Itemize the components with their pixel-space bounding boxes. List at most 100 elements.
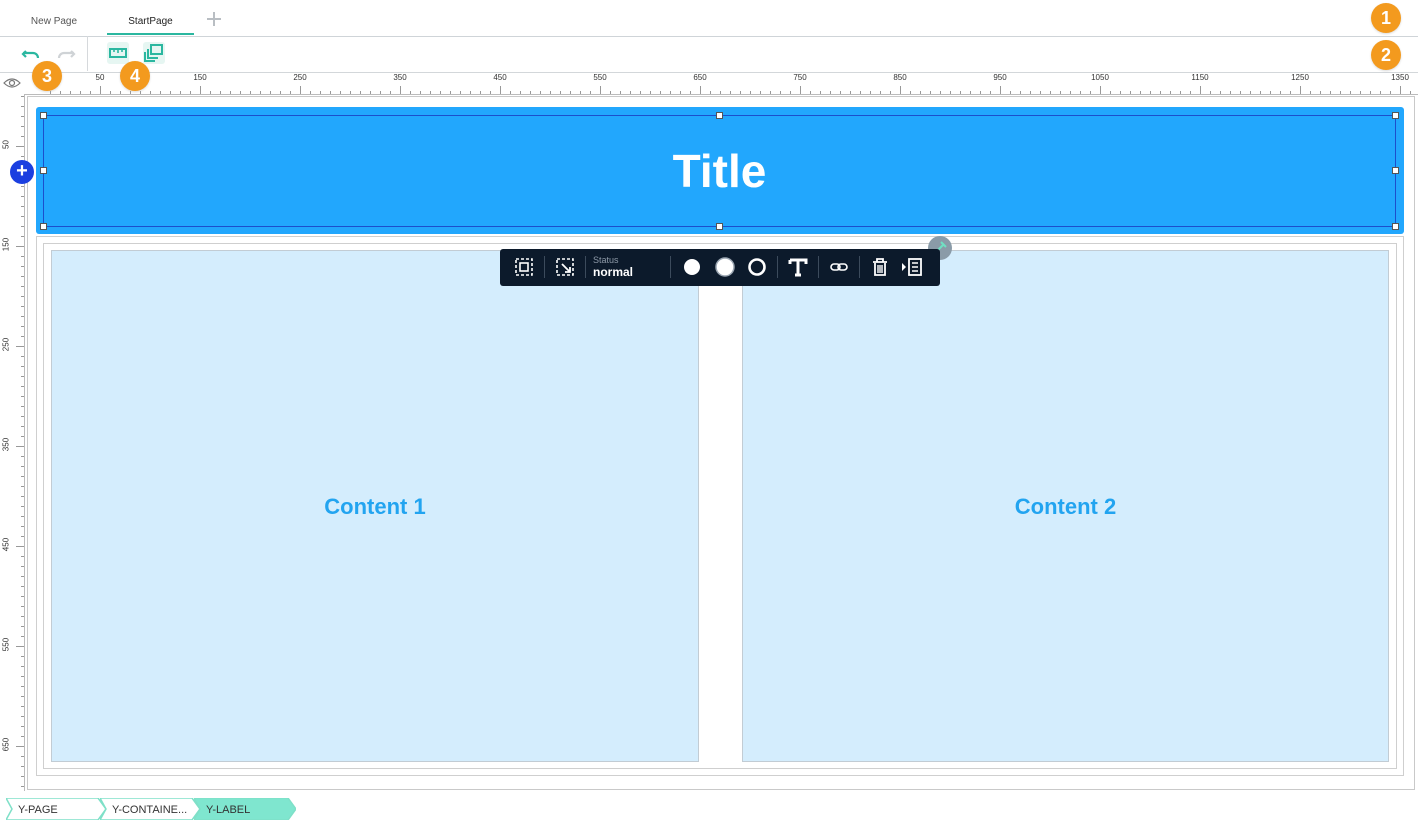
ruler-tick [16,746,24,747]
ruler-tick [1400,86,1401,94]
ruler-tick [16,446,24,447]
content-box-1[interactable]: Content 1 [51,250,699,762]
resize-handle-se[interactable] [1392,223,1399,230]
ruler-tick [1160,91,1161,94]
ruler-tick [21,716,24,717]
ruler-tick [1280,91,1281,94]
ruler-label: 750 [793,73,807,82]
breadcrumb-page-label: Y-PAGE [18,804,58,816]
ruler-tick [1120,91,1121,94]
title-label[interactable]: Title [43,115,1396,227]
ruler-tick [16,546,24,547]
ruler-tick [70,91,71,94]
ruler-tick [1240,91,1241,94]
ruler-tick [1150,91,1151,94]
ruler-tick [1300,86,1301,94]
ruler-tick [450,91,451,94]
toolbar-divider [87,36,88,71]
ruler-tick [760,91,761,94]
add-tab-icon[interactable] [205,10,223,28]
ruler-tick [1260,91,1261,94]
ruler-tick [940,91,941,94]
ruler-tick [750,91,751,94]
ruler-tick [21,616,24,617]
select-parent-icon[interactable] [514,257,534,277]
ruler-tick [530,91,531,94]
ruler-tick [270,91,271,94]
resize-handle-e[interactable] [1392,167,1399,174]
ruler-tick [850,91,851,94]
breadcrumb-container[interactable]: Y-CONTAINE... [100,798,200,820]
shadow-icon[interactable] [714,256,736,278]
status-dropdown[interactable]: normal [593,265,633,279]
ruler-tick [120,91,121,94]
ruler-icon[interactable] [107,42,129,64]
ruler-tick [21,116,24,117]
ruler-tick [1360,91,1361,94]
ruler-label: 450 [1,537,11,552]
add-element-button[interactable]: + [10,160,34,184]
ruler-tick [21,656,24,657]
breadcrumb-page[interactable]: Y-PAGE [6,798,106,820]
vertical-ruler[interactable]: 50 150 250 350 450 550 650 [0,94,25,791]
insert-element-icon[interactable] [901,257,923,277]
ruler-tick [280,91,281,94]
eye-icon[interactable] [3,76,21,90]
ruler-tick [690,91,691,94]
horizontal-ruler[interactable]: 50 150 250 350 450 550 650 750 850 950 1050 1150 125… [24,72,1418,95]
ruler-tick [21,366,24,367]
fill-color-icon[interactable] [683,258,701,276]
resize-handle-ne[interactable] [1392,112,1399,119]
ruler-tick [610,91,611,94]
ruler-tick [21,476,24,477]
layers-icon[interactable] [143,42,165,64]
content-box-2[interactable]: Content 2 [742,250,1389,762]
ruler-label: 350 [393,73,407,82]
ruler-tick [470,91,471,94]
breadcrumb-label[interactable]: Y-LABEL [194,798,296,820]
resize-handle-nw[interactable] [40,112,47,119]
resize-handle-sw[interactable] [40,223,47,230]
ruler-tick [630,91,631,94]
ruler-label: 850 [893,73,907,82]
ruler-tick [1390,91,1391,94]
delete-icon[interactable] [870,257,890,277]
ruler-tick [370,91,371,94]
content-2-label: Content 2 [1014,494,1117,519]
ruler-tick [21,266,24,267]
ruler-tick [400,86,401,94]
ruler-tick [300,86,301,94]
border-icon[interactable] [747,257,767,277]
link-icon[interactable] [829,257,849,277]
ruler-tick [21,226,24,227]
ruler-tick [720,91,721,94]
ruler-tick [1370,91,1371,94]
ruler-label: 350 [1,437,11,452]
element-floating-toolbar: Status normal [500,249,940,286]
tab-new-page[interactable]: New Page [14,0,94,35]
undo-icon[interactable] [20,43,42,65]
ft-divider [670,256,671,278]
ruler-label: 1150 [1191,73,1209,82]
resize-handle-w[interactable] [40,167,47,174]
select-child-icon[interactable] [555,257,575,277]
ruler-tick [820,91,821,94]
ruler-tick [21,436,24,437]
ruler-tick [780,91,781,94]
ruler-tick [21,496,24,497]
resize-handle-n[interactable] [716,112,723,119]
ruler-tick [410,91,411,94]
ruler-tick [650,91,651,94]
ruler-tick [440,91,441,94]
callout-badge-1: 1 [1371,3,1401,33]
ruler-tick [21,786,24,787]
ruler-tick [1190,91,1191,94]
redo-icon[interactable] [55,43,77,65]
ruler-tick [340,91,341,94]
ruler-tick [1100,86,1101,94]
resize-handle-s[interactable] [716,223,723,230]
ruler-tick [900,86,901,94]
tab-start-page[interactable]: StartPage [107,0,194,35]
ruler-tick [910,91,911,94]
text-format-icon[interactable] [788,257,808,277]
